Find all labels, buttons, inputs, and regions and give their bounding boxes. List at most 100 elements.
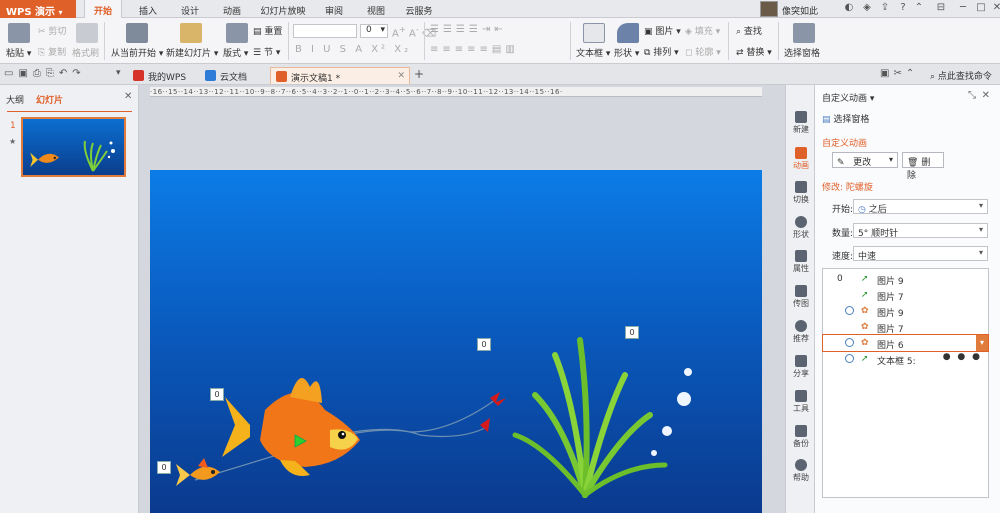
backup-icon: [795, 425, 807, 437]
quick-access-icons[interactable]: ▭▣⎙⎘↶↷: [4, 68, 86, 79]
user-name[interactable]: 像突如此: [782, 4, 818, 17]
delete-button[interactable]: 🗑 删除: [902, 152, 944, 181]
reset-button[interactable]: ▤ 重置: [253, 24, 282, 37]
list-item-selected[interactable]: ✿ 图片 6 ▾: [822, 334, 989, 352]
find-button[interactable]: ⌕ 查找: [736, 24, 762, 37]
sidebar-item-transition[interactable]: 切换: [786, 181, 816, 205]
spin-effect-icon: ✿: [861, 338, 869, 348]
align-buttons[interactable]: ≡≡≡≡≡▤▥: [430, 44, 519, 55]
avatar[interactable]: [760, 1, 778, 17]
from-current-button[interactable]: 从当前开始 ▾: [111, 46, 163, 59]
sidebar-item-upload-image[interactable]: 传图: [786, 285, 816, 309]
animation-order-tag[interactable]: 0: [477, 338, 491, 351]
motion-path-icon: ➚: [861, 274, 869, 284]
chevron-down-icon[interactable]: ▾: [976, 335, 988, 351]
font-name-select[interactable]: [293, 24, 357, 38]
shape-button[interactable]: 形状 ▾: [614, 46, 639, 59]
clock-icon: [845, 306, 854, 315]
replace-button[interactable]: ⇄ 替换 ▾: [736, 45, 772, 58]
tab-design[interactable]: 设计: [176, 0, 204, 18]
fill-button[interactable]: ◈ 填充 ▾: [685, 24, 720, 37]
sidebar-item-recommend[interactable]: 推荐: [786, 320, 816, 344]
list-item[interactable]: ✿ 图片 7: [823, 319, 988, 335]
animation-order-tag[interactable]: 0: [625, 326, 639, 339]
tab-home[interactable]: 开始: [84, 0, 122, 18]
clock-icon: [845, 354, 854, 363]
start-label: 开始:: [832, 205, 854, 215]
layout-button[interactable]: 版式 ▾: [223, 46, 248, 59]
amount-select[interactable]: 5° 顺时针 ▾: [853, 223, 988, 239]
tab-outline[interactable]: 大纲: [6, 93, 24, 106]
animation-order-tag[interactable]: 0: [157, 461, 171, 474]
animation-icon: [795, 147, 807, 159]
collapse-icon[interactable]: ⌃: [912, 2, 926, 16]
slide-thumbnail[interactable]: [21, 117, 126, 177]
sidebar-item-tools[interactable]: 工具: [786, 390, 816, 414]
change-button[interactable]: ✎ 更改 ▾: [832, 152, 898, 168]
close-icon[interactable]: ✕: [982, 90, 990, 101]
animation-list[interactable]: 0 ➚ 图片 9 ➚ 图片 7 ✿ 图片 9 ✿ 图片 7 ✿ 图片 6 ▾ ➚…: [822, 268, 989, 498]
list-item[interactable]: ➚ 图片 7: [823, 287, 988, 303]
pane-title[interactable]: 自定义动画 ▾: [822, 91, 874, 104]
select-pane-link[interactable]: ▤ 选择窗格: [822, 112, 869, 125]
slide-canvas[interactable]: 0 0 0 0: [150, 170, 762, 513]
tab-animation[interactable]: 动画: [218, 0, 246, 18]
tab-view[interactable]: 视图: [362, 0, 390, 18]
new-tab-button[interactable]: +: [414, 67, 424, 81]
speed-select[interactable]: 中速 ▾: [853, 246, 988, 262]
maximize-icon[interactable]: □: [974, 2, 988, 16]
list-item[interactable]: 0 ➚ 图片 9: [823, 271, 988, 287]
sidebar-item-new[interactable]: 新建: [786, 111, 816, 135]
tab-insert[interactable]: 插入: [134, 0, 162, 18]
list-item[interactable]: ➚ 文本框 5: ● ● ●: [823, 351, 988, 367]
section-button[interactable]: ☰ 节 ▾: [253, 45, 280, 58]
font-size-select[interactable]: 0 ▾: [360, 24, 388, 38]
app-title: WPS 演示: [6, 7, 56, 18]
tab-review[interactable]: 审阅: [320, 0, 348, 18]
start-select[interactable]: ◷ 之后 ▾: [853, 199, 988, 215]
motion-path-icon: ➚: [861, 290, 869, 300]
new-slide-button[interactable]: 新建幻灯片 ▾: [166, 46, 218, 59]
skin-icon[interactable]: ◈: [860, 2, 874, 16]
tab-my-wps[interactable]: 我的WPS: [128, 67, 192, 84]
font-style-buttons[interactable]: B I U S A X² X₂: [295, 44, 411, 55]
shield-icon[interactable]: ◐: [842, 2, 856, 16]
paste-button[interactable]: 粘贴 ▾: [6, 46, 31, 59]
list-buttons[interactable]: ☰☰☰☰⇥⇤: [430, 24, 507, 35]
command-search[interactable]: ⌕ 点此查找命令: [930, 69, 992, 82]
pin-icon[interactable]: ⤡: [968, 90, 976, 101]
text-box-button[interactable]: 文本框 ▾: [576, 46, 610, 59]
close-icon[interactable]: ✕: [990, 2, 1000, 16]
copy-button[interactable]: ⎘ 复制: [38, 45, 66, 58]
new-slide-icon: [180, 23, 202, 43]
window-tools-icons[interactable]: ▣✂⌃: [880, 68, 918, 79]
sidebar-item-backup[interactable]: 备份: [786, 425, 816, 449]
app-menu-button[interactable]: WPS 演示 ▾: [0, 0, 76, 18]
sidebar-item-shape[interactable]: 形状: [786, 216, 816, 240]
slide-number: 1: [10, 121, 16, 131]
format-painter-button[interactable]: 格式刷: [72, 46, 99, 59]
close-icon[interactable]: ✕: [124, 91, 132, 102]
tab-slideshow[interactable]: 幻灯片放映: [258, 0, 308, 18]
cut-button[interactable]: ✂ 剪切: [38, 24, 66, 37]
sidebar-item-share[interactable]: 分享: [786, 355, 816, 379]
share-icon[interactable]: ⇪: [878, 2, 892, 16]
tab-presentation[interactable]: 演示文稿1 * ✕: [270, 67, 410, 84]
tab-cloud[interactable]: 云服务: [402, 0, 436, 18]
help-icon[interactable]: ?: [896, 2, 910, 16]
outline-button[interactable]: ◻ 轮廓 ▾: [685, 45, 721, 58]
sidebar-item-animation[interactable]: 动画: [786, 147, 816, 171]
minimize-icon[interactable]: ─: [956, 2, 970, 16]
close-icon[interactable]: ✕: [397, 71, 405, 81]
restore-icon[interactable]: ⊟: [934, 2, 948, 16]
animation-order-tag[interactable]: 0: [210, 388, 224, 401]
sidebar-item-help[interactable]: 帮助: [786, 459, 816, 483]
tab-slides[interactable]: 幻灯片: [36, 93, 63, 106]
list-item[interactable]: ✿ 图片 9: [823, 303, 988, 319]
select-pane-button[interactable]: 选择窗格: [784, 46, 820, 59]
picture-button[interactable]: ▣ 图片 ▾: [644, 24, 681, 37]
sidebar-item-properties[interactable]: 属性: [786, 250, 816, 274]
pen-icon: ✎: [837, 158, 845, 168]
arrange-button[interactable]: ⧉ 排列 ▾: [644, 45, 679, 58]
quick-access-dropdown-icon[interactable]: ▾: [116, 68, 121, 78]
